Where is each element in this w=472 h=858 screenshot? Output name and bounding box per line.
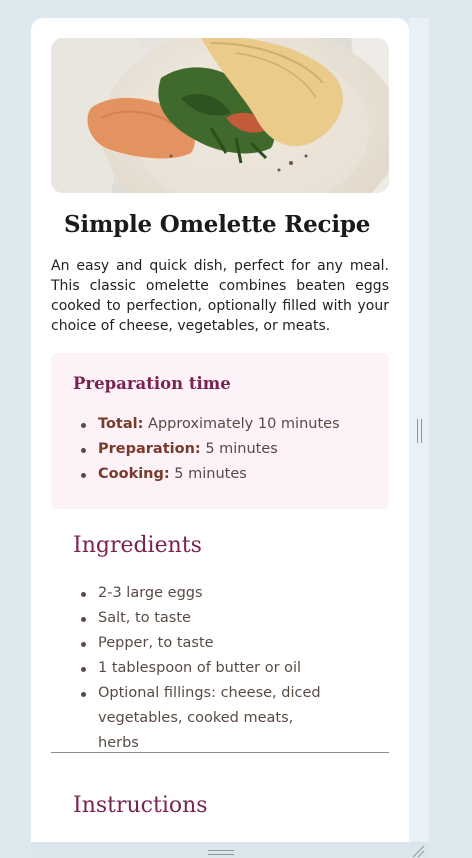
list-item: 1 tablespoon of butter or oil [51,656,338,681]
preparation-heading: Preparation time [73,374,231,393]
side-resize-handle[interactable] [417,419,422,443]
bottom-resize-handle[interactable] [208,850,234,855]
recipe-description: An easy and quick dish, perfect for any … [51,258,389,334]
omelette-photo-icon [51,38,389,193]
ingredients-list: 2-3 large eggs Salt, to taste Pepper, to… [51,581,338,756]
preparation-time-box: Preparation time Total: Approximately 10… [51,353,389,509]
prep-value: 5 minutes [205,441,278,457]
preparation-list: Total: Approximately 10 minutes Preparat… [51,412,340,487]
list-item: Pepper, to taste [51,631,338,656]
prep-value: Approximately 10 minutes [148,416,340,432]
prep-label: Cooking: [98,466,170,482]
section-divider [51,752,389,753]
prep-item-total: Total: Approximately 10 minutes [51,412,340,437]
list-item: 2-3 large eggs [51,581,338,606]
prep-item-cooking: Cooking: 5 minutes [51,462,340,487]
prep-label: Preparation: [98,441,201,457]
recipe-title: Simple Omelette Recipe [64,211,371,238]
list-item: Optional fillings: cheese, diced vegetab… [51,681,338,756]
resize-corner-icon[interactable] [411,844,425,858]
recipe-card: Simple Omelette Recipe An easy and quick… [31,18,409,858]
prep-item-preparation: Preparation: 5 minutes [51,437,340,462]
prep-value: 5 minutes [174,466,247,482]
prep-label: Total: [98,416,144,432]
ingredients-heading: Ingredients [73,533,202,558]
list-item: Salt, to taste [51,606,338,631]
instructions-heading: Instructions [73,793,208,818]
omelette-image [51,38,389,193]
